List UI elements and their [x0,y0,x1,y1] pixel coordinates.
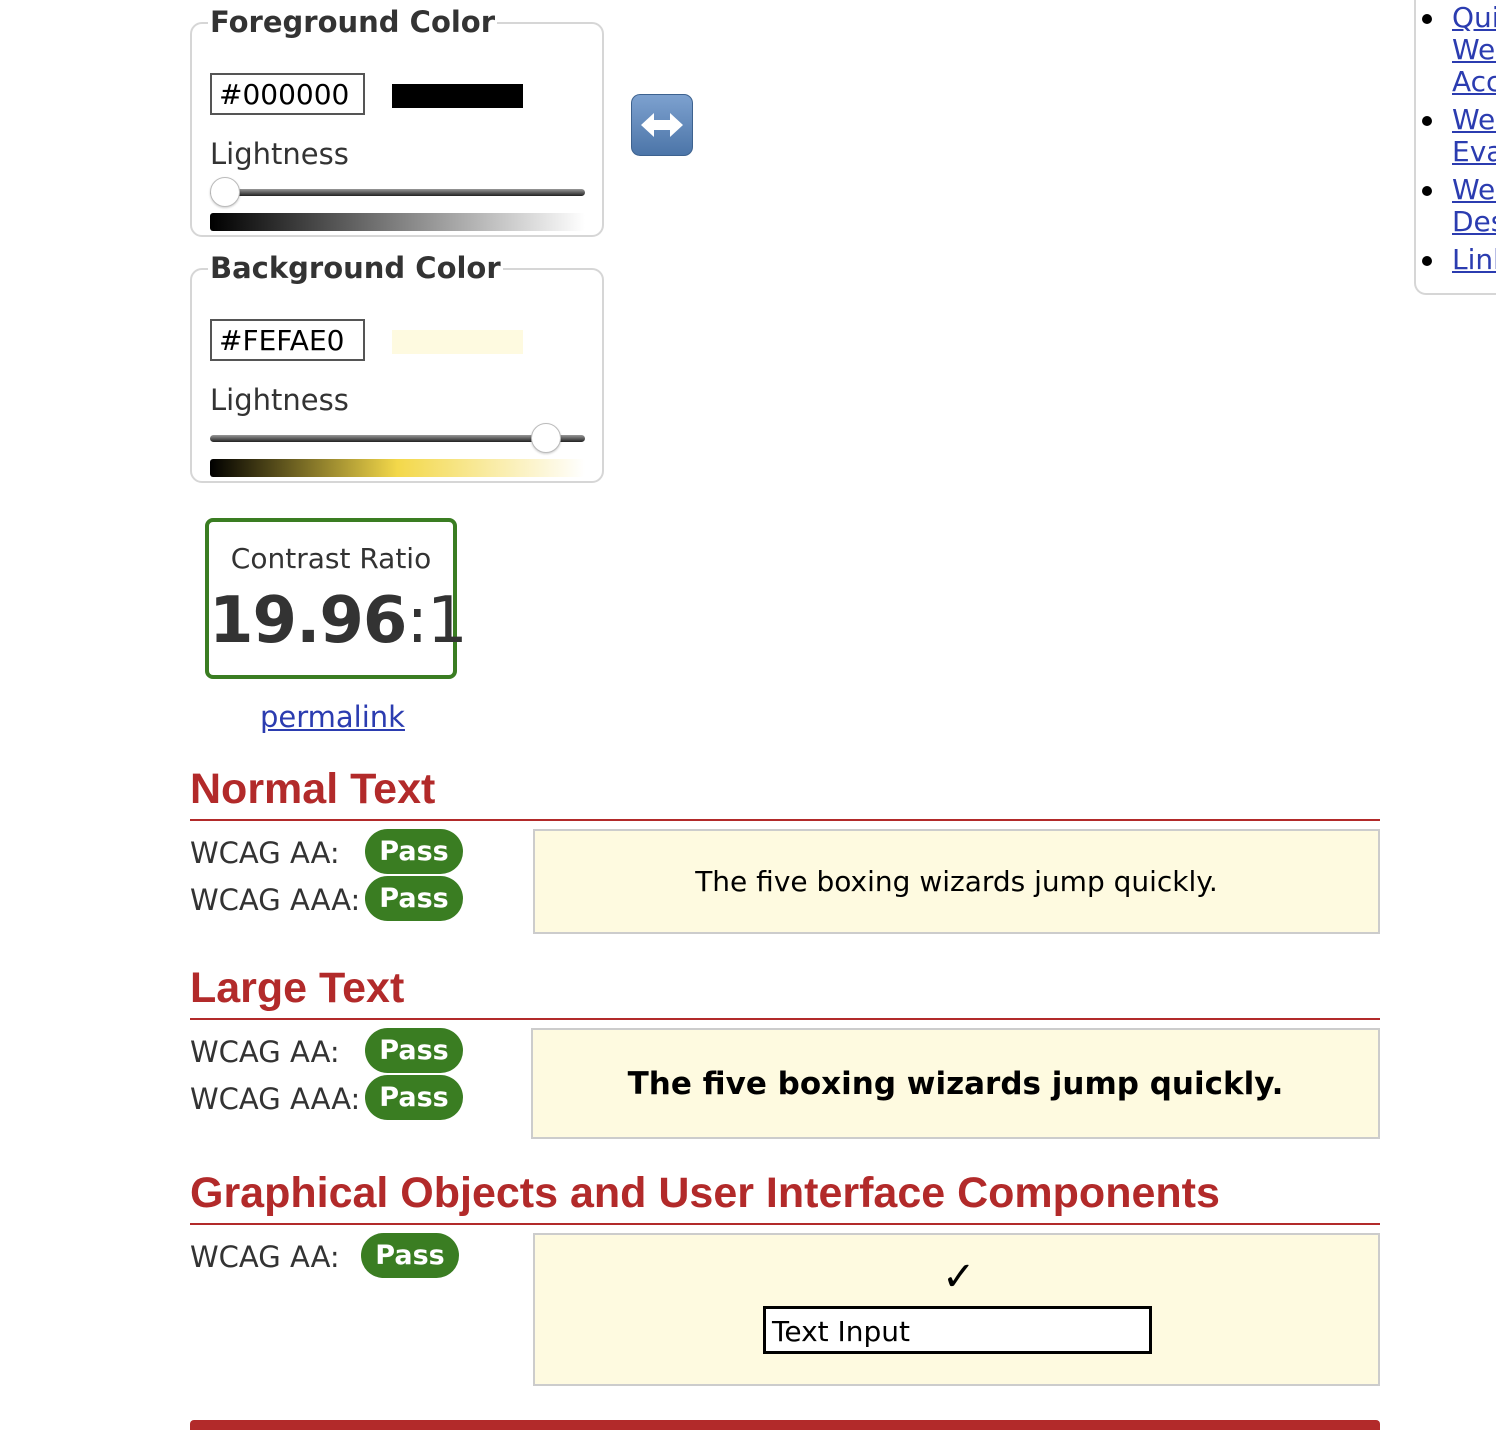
large-aaa-pass-badge: Pass [365,1075,463,1120]
contrast-ratio-value: 19.96:1 [209,584,468,658]
resources-sidebar: QuicWebAcceWebEvalWebDesLink [1414,0,1496,295]
normal-aaa-label: WCAG AAA: [190,883,361,917]
graphical-aa-label: WCAG AA: [190,1240,340,1274]
sidebar-resource-link[interactable]: Link [1452,244,1496,276]
large-aaa-label: WCAG AAA: [190,1082,361,1116]
background-lightness-gradient [210,459,585,477]
sidebar-link-text: Web [1452,103,1496,136]
foreground-lightness-slider[interactable] [210,177,585,207]
background-color-picker: Background Color Lightness [190,254,604,483]
background-hex-input[interactable] [210,319,365,361]
background-lightness-label: Lightness [210,383,349,417]
sidebar-link-text: Web [1452,33,1496,66]
sidebar-link-text: Link [1452,243,1496,276]
sample-text-input[interactable]: Text Input [763,1306,1152,1354]
normal-text-heading: Normal Text [190,768,1380,821]
foreground-lightness-label: Lightness [210,137,349,171]
sidebar-resource-link[interactable]: QuicWebAcce [1452,2,1496,98]
sidebar-link-text: Eval [1452,135,1496,168]
graphical-aa-pass-badge: Pass [361,1233,459,1278]
contrast-ratio-label: Contrast Ratio [230,542,432,575]
normal-aaa-pass-badge: Pass [365,876,463,921]
normal-aa-label: WCAG AA: [190,836,340,870]
large-aa-label: WCAG AA: [190,1035,340,1069]
resources-list: QuicWebAcceWebEvalWebDesLink [1416,2,1496,282]
contrast-ratio-number: 19.96 [209,584,407,658]
foreground-legend: Foreground Color [210,5,496,39]
bullet-icon [1422,116,1432,126]
normal-aa-pass-badge: Pass [365,829,463,874]
background-swatch[interactable] [392,330,523,354]
large-text-heading: Large Text [190,967,1380,1020]
large-sample-text: The five boxing wizards jump quickly. [627,1065,1284,1102]
sidebar-link-text: Acce [1452,65,1496,98]
background-lightness-slider[interactable] [210,423,585,453]
left-right-arrow-icon [641,113,683,137]
graphical-preview: ✓ Text Input [533,1233,1380,1386]
large-aa-pass-badge: Pass [365,1028,463,1073]
sidebar-resource-item: Link [1416,244,1496,276]
contrast-ratio-box: Contrast Ratio 19.96:1 [205,518,468,679]
foreground-slider-thumb[interactable] [210,177,240,207]
bottom-divider [190,1420,1380,1430]
swap-colors-button[interactable] [631,94,693,156]
bullet-icon [1422,14,1432,24]
sidebar-resource-item: WebDes [1416,174,1496,238]
sidebar-resource-item: WebEval [1416,104,1496,168]
foreground-lightness-gradient [210,213,585,231]
sidebar-resource-item: QuicWebAcce [1416,2,1496,98]
sidebar-link-text: Web [1452,173,1496,206]
sidebar-resource-link[interactable]: WebEval [1452,104,1496,168]
normal-text-preview: The five boxing wizards jump quickly. [533,829,1380,934]
checkmark-icon: ✓ [942,1254,976,1300]
large-text-preview: The five boxing wizards jump quickly. [531,1028,1380,1139]
foreground-color-picker: Foreground Color Lightness [190,8,604,237]
foreground-swatch[interactable] [392,84,523,108]
sidebar-link-text: Des [1452,205,1496,238]
contrast-ratio-suffix: :1 [406,584,467,658]
background-legend: Background Color [210,251,501,285]
graphical-objects-heading: Graphical Objects and User Interface Com… [190,1172,1380,1225]
sidebar-resource-link[interactable]: WebDes [1452,174,1496,238]
background-slider-thumb[interactable] [530,423,561,453]
sidebar-link-text: Quic [1452,1,1496,34]
bullet-icon [1422,186,1432,196]
permalink-link[interactable]: permalink [260,700,405,734]
foreground-hex-input[interactable] [210,73,365,115]
normal-sample-text: The five boxing wizards jump quickly. [695,865,1218,898]
bullet-icon [1422,256,1432,266]
